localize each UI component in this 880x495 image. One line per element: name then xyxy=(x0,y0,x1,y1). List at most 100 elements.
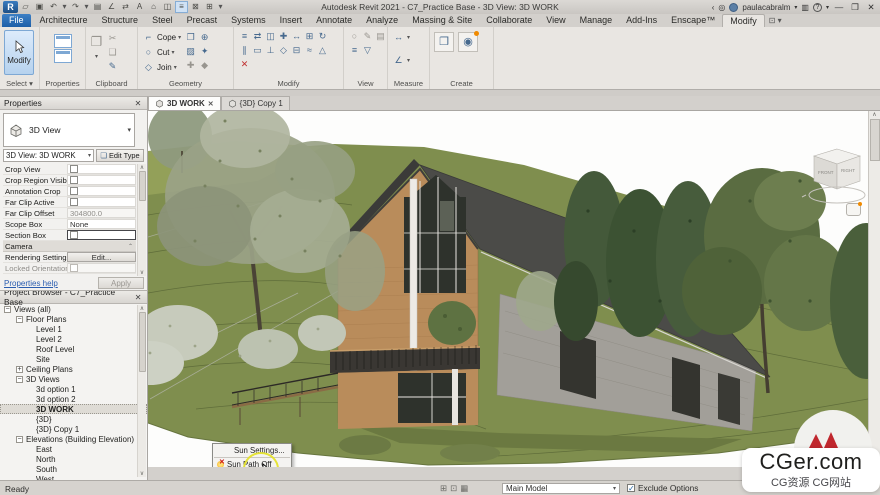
properties-header[interactable]: Properties ✕ xyxy=(0,97,147,110)
view-cube[interactable]: FRONT RIGHT xyxy=(792,141,880,218)
tree-item-level-2[interactable]: Level 2 xyxy=(0,334,147,344)
qat-customize-icon[interactable]: ▾ xyxy=(217,1,224,13)
tab-insert[interactable]: Insert xyxy=(273,14,310,27)
open-icon[interactable]: ▱ xyxy=(19,1,32,13)
type-selector[interactable]: 3D View ▾ xyxy=(3,113,135,147)
tab-view[interactable]: View xyxy=(539,14,572,27)
collapse-icon[interactable]: − xyxy=(16,376,23,383)
tree-item-east[interactable]: East xyxy=(0,444,147,454)
close-button[interactable]: ✕ xyxy=(865,2,877,13)
tree-item-site[interactable]: Site xyxy=(0,354,147,364)
displace-elements-icon[interactable]: ▽ xyxy=(361,44,374,57)
restore-button[interactable]: ❐ xyxy=(849,2,861,13)
tree-item-roof-level[interactable]: Roof Level xyxy=(0,344,147,354)
model-viewport[interactable]: FRONT RIGHT ∧∨ 1 : 100 ▤ ◫ ☼ ◑ ▧ ▣ ◻ xyxy=(148,110,880,467)
copy-to-clipboard-icon[interactable]: ❑ xyxy=(106,46,119,59)
prop-value[interactable] xyxy=(67,197,136,207)
tree-item-elevations[interactable]: −Elevations (Building Elevation) xyxy=(0,434,147,444)
camera-group-header[interactable]: Camera⌃ xyxy=(3,241,136,252)
prop-value[interactable] xyxy=(67,175,136,185)
view-tab-3d-work[interactable]: 3D WORK ✕ xyxy=(148,96,221,110)
switch-windows-icon[interactable]: ⊞ xyxy=(203,1,216,13)
extend-icon[interactable]: ↔ xyxy=(290,30,303,43)
mirror-icon[interactable]: ◫ xyxy=(264,30,277,43)
thin-lines-icon[interactable]: ≡ xyxy=(175,1,188,13)
edit-type-button[interactable]: ❏Edit Type xyxy=(96,149,144,162)
cut-to-clipboard-icon[interactable]: ✂ xyxy=(106,32,119,45)
user-menu-caret-icon[interactable]: ▾ xyxy=(794,4,797,11)
annotation-crop-checkbox[interactable] xyxy=(70,187,78,195)
align-icon[interactable]: ≡ xyxy=(238,30,251,43)
design-options-icon[interactable]: ⊡ xyxy=(450,483,457,494)
crop-region-visible-checkbox[interactable] xyxy=(70,176,78,184)
aligned-dimension-icon[interactable]: ⇄ xyxy=(119,1,132,13)
tree-item-3d-copy-1[interactable]: {3D} Copy 1 xyxy=(0,424,147,434)
join-button[interactable]: ◇Join▾ xyxy=(142,60,181,74)
paste-caret-icon[interactable]: ▾ xyxy=(95,53,98,60)
prop-value[interactable] xyxy=(67,230,136,240)
apply-button[interactable]: Apply xyxy=(98,277,144,289)
tree-item-3d-views[interactable]: −3D Views xyxy=(0,374,147,384)
worksets-icon[interactable]: ⊞ xyxy=(440,483,447,494)
redo-icon[interactable]: ↷ xyxy=(69,1,82,13)
modify-tool-button[interactable]: Modify xyxy=(4,30,34,75)
view-selector-combo[interactable]: 3D View: 3D WORK▾ xyxy=(3,149,94,162)
far-clip-offset-value[interactable]: 304800.0 xyxy=(67,208,136,218)
properties-scrollbar[interactable]: ∧∨ xyxy=(137,164,146,276)
tab-enscape[interactable]: Enscape™ xyxy=(664,14,722,27)
tree-item-floor-plans[interactable]: −Floor Plans xyxy=(0,314,147,324)
scope-box-value[interactable]: None xyxy=(67,219,136,229)
signed-in-user[interactable]: paulacabralm xyxy=(742,3,790,12)
array-icon[interactable]: ⊞ xyxy=(303,30,316,43)
cope-button[interactable]: ⌐Cope▾ xyxy=(142,30,181,44)
manage-links-icon[interactable]: ▦ xyxy=(460,483,468,494)
scale-icon[interactable]: ⊟ xyxy=(290,44,303,57)
tree-item-ceiling-plans[interactable]: +Ceiling Plans xyxy=(0,364,147,374)
properties-palette-icon[interactable] xyxy=(54,34,72,48)
canvas-vertical-scrollbar[interactable]: ∧∨ xyxy=(868,111,880,467)
help-caret-icon[interactable]: ▾ xyxy=(826,4,829,11)
tab-manage[interactable]: Manage xyxy=(573,14,620,27)
prop-value[interactable] xyxy=(67,164,136,174)
undo-caret-icon[interactable]: ▾ xyxy=(61,1,68,13)
collapse-icon[interactable]: − xyxy=(16,316,23,323)
tree-item-3d-option-1[interactable]: 3d option 1 xyxy=(0,384,147,394)
collapse-icon[interactable]: − xyxy=(16,436,23,443)
wall-joins-icon[interactable]: ⊕ xyxy=(198,31,211,44)
split-icon[interactable]: ∥ xyxy=(238,44,251,57)
unpin-icon[interactable]: △ xyxy=(316,44,329,57)
measure-icon[interactable]: ∠ xyxy=(105,1,118,13)
tab-annotate[interactable]: Annotate xyxy=(309,14,359,27)
prop-value[interactable] xyxy=(67,186,136,196)
beam-joins-icon[interactable]: ✚ xyxy=(184,59,197,72)
rendering-settings-edit-button[interactable]: Edit... xyxy=(67,252,136,262)
match-type-icon[interactable]: ✎ xyxy=(106,60,119,73)
redo-caret-icon[interactable]: ▾ xyxy=(83,1,90,13)
text-icon[interactable]: A xyxy=(133,1,146,13)
measure-angle-button[interactable]: ∠▾ xyxy=(392,53,410,67)
project-browser-header[interactable]: Project Browser - C7_Practice Base ✕ xyxy=(0,291,147,304)
rotate-icon[interactable]: ↻ xyxy=(316,30,329,43)
exclude-options-checkbox[interactable]: ✓ xyxy=(627,484,635,492)
properties-close-icon[interactable]: ✕ xyxy=(133,99,143,108)
default-3d-view-icon[interactable]: ⌂ xyxy=(147,1,160,13)
section-icon[interactable]: ◫ xyxy=(161,1,174,13)
cut-button[interactable]: ○Cut▾ xyxy=(142,45,181,59)
hide-elements-icon[interactable]: ○ xyxy=(348,30,361,43)
print-icon[interactable]: ▤ xyxy=(91,1,104,13)
modify-state-caret-icon[interactable]: ⊡ ▾ xyxy=(765,14,786,27)
split-face-icon[interactable]: ▨ xyxy=(184,45,197,58)
navigation-wheel-icon[interactable] xyxy=(846,203,861,216)
thin-lines-toggle-icon[interactable]: ≡ xyxy=(348,44,361,57)
tree-item-north[interactable]: North xyxy=(0,454,147,464)
type-properties-icon[interactable] xyxy=(54,49,72,63)
minimize-button[interactable]: — xyxy=(833,2,845,12)
delete-icon[interactable]: ✕ xyxy=(238,58,251,71)
linework-icon[interactable]: ▤ xyxy=(374,30,387,43)
tree-item-3d-option-2[interactable]: 3d option 2 xyxy=(0,394,147,404)
tab-file[interactable]: File xyxy=(2,14,31,27)
properties-help-link[interactable]: Properties help xyxy=(4,279,58,288)
tab-add-ins[interactable]: Add-Ins xyxy=(619,14,664,27)
tab-systems[interactable]: Systems xyxy=(224,14,273,27)
tab-architecture[interactable]: Architecture xyxy=(33,14,95,27)
